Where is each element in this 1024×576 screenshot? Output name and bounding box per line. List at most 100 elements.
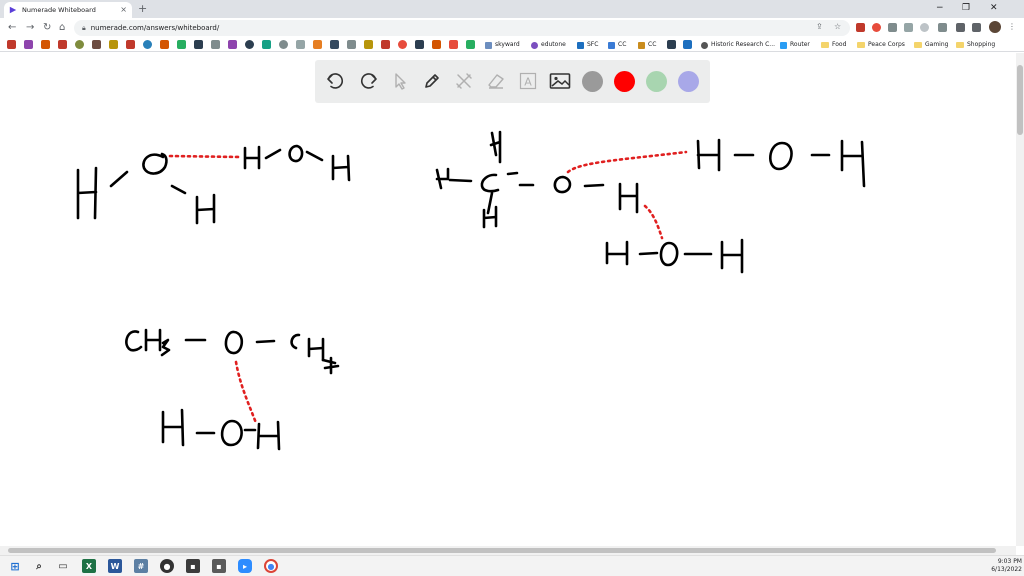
bookmark-folder-gaming[interactable]: Gaming xyxy=(914,40,948,50)
horizontal-scrollbar[interactable] xyxy=(0,546,1016,555)
bookmark-icon[interactable] xyxy=(432,40,441,49)
color-purple-button[interactable] xyxy=(678,71,699,92)
bookmark-icon[interactable] xyxy=(313,40,322,49)
windows-start-icon[interactable]: ⊞ xyxy=(8,559,22,573)
extension-icon[interactable] xyxy=(872,23,881,32)
bookmark-cc[interactable]: CC xyxy=(608,40,626,50)
horizontal-scroll-thumb[interactable] xyxy=(8,548,996,553)
search-icon[interactable]: ⌕ xyxy=(32,559,46,573)
bookmark-folder-peace-corps[interactable]: Peace Corps xyxy=(857,40,905,50)
windows-taskbar: ⊞ ⌕ ▭ X W # ● ▪ ▪ ▸ ● 9:03 PM 6/13/2022 xyxy=(0,555,1024,576)
bookmark-folder-shopping[interactable]: Shopping xyxy=(956,40,995,50)
bookmark-icon[interactable] xyxy=(126,40,135,49)
image-icon[interactable] xyxy=(549,70,571,92)
reload-icon[interactable]: ↻ xyxy=(43,21,51,35)
bookmark-sfc[interactable]: SFC xyxy=(577,40,598,50)
tab-numerade-whiteboard[interactable]: Numerade Whiteboard × xyxy=(4,2,132,18)
folder-icon xyxy=(956,42,964,48)
puzzle-icon[interactable] xyxy=(956,23,965,32)
address-bar[interactable]: 🔒︎ numerade.com/answers/whiteboard/ xyxy=(74,20,850,36)
minimize-button[interactable]: − xyxy=(936,2,944,14)
bookmark-icon[interactable] xyxy=(177,40,186,49)
menu-icon[interactable]: ⋮ xyxy=(1008,21,1016,33)
text-icon[interactable]: A xyxy=(517,70,539,92)
system-clock[interactable]: 9:03 PM 6/13/2022 xyxy=(984,558,1022,574)
calculator-icon[interactable]: # xyxy=(134,559,148,573)
bookmark-icon[interactable] xyxy=(143,40,152,49)
bookmark-icon[interactable] xyxy=(160,40,169,49)
bookmark-edutone[interactable]: edutone xyxy=(531,40,566,50)
bookmark-icon[interactable] xyxy=(262,40,271,49)
bookmark-icon[interactable] xyxy=(466,40,475,49)
camera-icon[interactable] xyxy=(938,23,947,32)
bookmark-cc-2[interactable]: CC xyxy=(638,40,656,50)
extension-icon[interactable] xyxy=(856,23,865,32)
eraser-icon[interactable] xyxy=(485,70,507,92)
bookmark-icon[interactable] xyxy=(194,40,203,49)
bookmark-icon[interactable] xyxy=(296,40,305,49)
chrome-icon[interactable]: ● xyxy=(264,559,278,573)
extension-icon[interactable] xyxy=(920,23,929,32)
excel-icon[interactable]: X xyxy=(82,559,96,573)
bookmark-historic-research[interactable]: Historic Research C... xyxy=(701,40,775,50)
bookmark-icon[interactable] xyxy=(330,40,339,49)
bookmark-icon[interactable] xyxy=(667,40,676,49)
close-window-button[interactable]: ✕ xyxy=(990,2,998,14)
forward-icon[interactable]: → xyxy=(26,21,34,35)
bookmark-icon[interactable] xyxy=(92,40,101,49)
bookmark-icon[interactable] xyxy=(683,40,692,49)
share-icon[interactable]: ⇪ xyxy=(816,21,823,33)
bookmark-icon[interactable] xyxy=(449,40,458,49)
zoom-icon[interactable]: ▸ xyxy=(238,559,252,573)
bookmark-icon[interactable] xyxy=(41,40,50,49)
vertical-scrollbar[interactable] xyxy=(1016,53,1024,546)
restore-button[interactable]: ❐ xyxy=(962,2,970,14)
extension-icon[interactable] xyxy=(904,23,913,32)
back-icon[interactable]: ← xyxy=(8,21,16,35)
redo-icon[interactable] xyxy=(357,70,379,92)
color-red-button[interactable] xyxy=(614,71,635,92)
bookmark-icon[interactable] xyxy=(24,40,33,49)
bookmark-icon[interactable] xyxy=(228,40,237,49)
url-text: numerade.com/answers/whiteboard/ xyxy=(90,24,220,32)
bookmark-skyward[interactable]: skyward xyxy=(485,40,520,50)
bookmark-icon[interactable] xyxy=(109,40,118,49)
bookmark-folder-food[interactable]: Food xyxy=(821,40,846,50)
folder-icon xyxy=(857,42,865,48)
tab-close-icon[interactable]: × xyxy=(120,6,127,14)
vertical-scroll-thumb[interactable] xyxy=(1017,65,1023,135)
folder-icon xyxy=(914,42,922,48)
bookmark-star-icon[interactable]: ☆ xyxy=(834,21,841,33)
home-icon[interactable]: ⌂ xyxy=(59,21,65,35)
avatar[interactable] xyxy=(989,21,1001,33)
extension-icon[interactable] xyxy=(888,23,897,32)
bookmark-icon[interactable] xyxy=(381,40,390,49)
sidebar-icon[interactable] xyxy=(972,23,981,32)
bookmark-icon[interactable] xyxy=(7,40,16,49)
bookmark-router[interactable]: Router xyxy=(780,40,810,50)
bookmark-icon[interactable] xyxy=(398,40,407,49)
color-gray-button[interactable] xyxy=(582,71,603,92)
globe-icon xyxy=(701,41,708,49)
bookmark-icon[interactable] xyxy=(347,40,356,49)
tools-icon[interactable] xyxy=(453,70,475,92)
bookmark-icon[interactable] xyxy=(211,40,220,49)
bookmark-icon[interactable] xyxy=(75,40,84,49)
bookmark-icon[interactable] xyxy=(279,40,288,49)
bookmark-icon[interactable] xyxy=(245,40,254,49)
app-icon[interactable]: ▪ xyxy=(212,559,226,573)
media-player-icon[interactable]: ● xyxy=(160,559,174,573)
new-tab-button[interactable]: + xyxy=(138,2,147,16)
bookmark-icon xyxy=(485,41,492,49)
color-green-button[interactable] xyxy=(646,71,667,92)
numerade-icon xyxy=(9,6,17,14)
undo-icon[interactable] xyxy=(325,70,347,92)
word-icon[interactable]: W xyxy=(108,559,122,573)
app-icon[interactable]: ▪ xyxy=(186,559,200,573)
pen-icon[interactable] xyxy=(421,70,443,92)
bookmark-icon[interactable] xyxy=(364,40,373,49)
bookmark-icon[interactable] xyxy=(415,40,424,49)
bookmark-icon[interactable] xyxy=(58,40,67,49)
pointer-icon[interactable] xyxy=(389,70,411,92)
task-view-icon[interactable]: ▭ xyxy=(56,559,70,573)
